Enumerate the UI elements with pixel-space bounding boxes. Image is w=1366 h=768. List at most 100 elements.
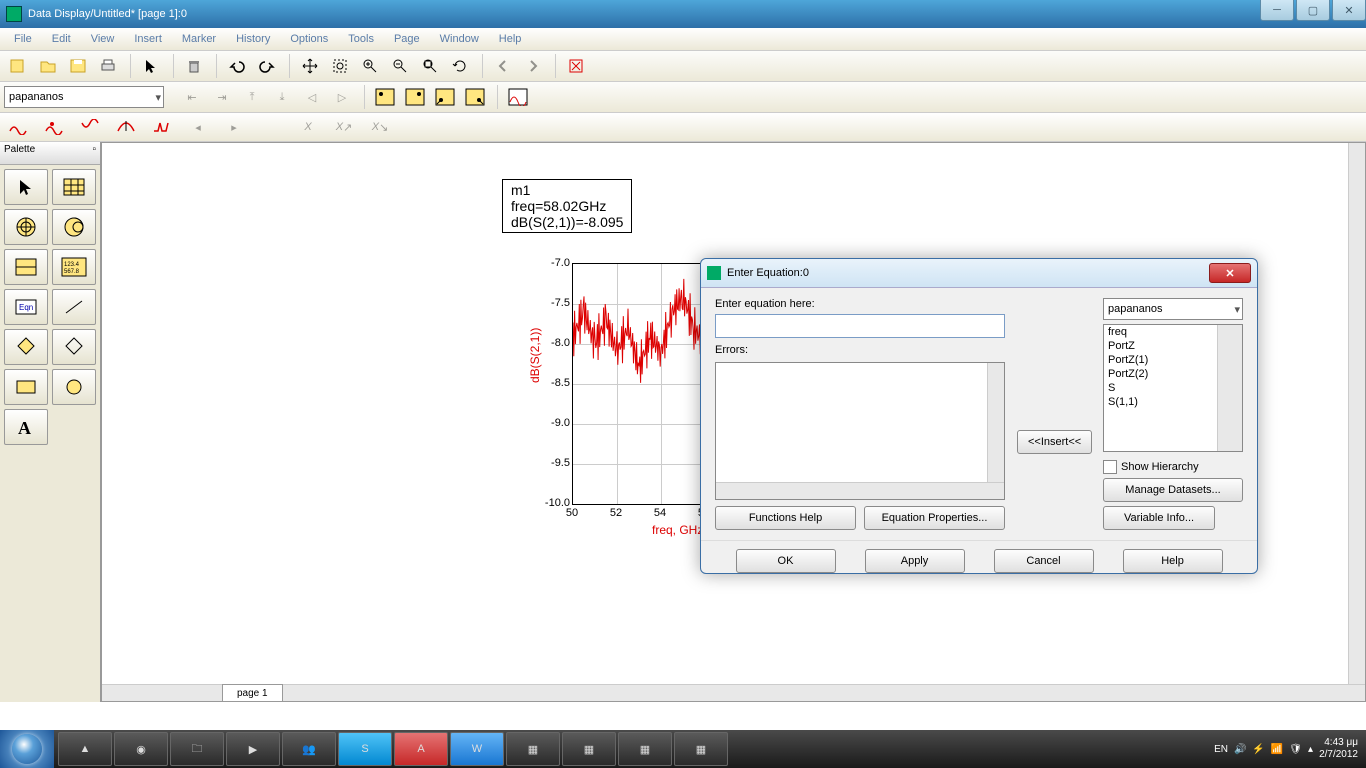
marker4-icon[interactable] (112, 114, 140, 140)
ok-button[interactable]: OK (736, 549, 836, 573)
insert-button[interactable]: <<Insert<< (1017, 430, 1092, 454)
functions-help-button[interactable]: Functions Help (715, 506, 856, 530)
palette-undock-icon[interactable]: ▫ (92, 144, 96, 162)
canvas-scrollbar-v[interactable] (1348, 143, 1365, 701)
task-vlc-icon[interactable]: ▲ (58, 732, 112, 766)
marker7-icon[interactable]: ▸ (220, 114, 248, 140)
marker-readout[interactable]: m1 freq=58.02GHz dB(S(2,1))=-8.095 (502, 179, 632, 233)
apply-button[interactable]: Apply (865, 549, 965, 573)
menu-window[interactable]: Window (430, 31, 489, 47)
palette-list[interactable]: 123.4567.8 (52, 249, 96, 285)
marker1-icon[interactable] (4, 114, 32, 140)
palette-poly2[interactable] (52, 329, 96, 365)
new-icon[interactable] (4, 53, 32, 79)
xmark1-icon[interactable]: X (294, 114, 322, 140)
maximize-button[interactable]: ▢ (1296, 0, 1330, 21)
manage-datasets-button[interactable]: Manage Datasets... (1103, 478, 1243, 502)
variable-info-button[interactable]: Variable Info... (1103, 506, 1215, 530)
canvas-scrollbar-h[interactable] (102, 684, 1365, 701)
start-button[interactable] (0, 730, 54, 768)
zoom-out-icon[interactable] (386, 53, 414, 79)
open-icon[interactable] (34, 53, 62, 79)
variables-listbox[interactable]: freq PortZ PortZ(1) PortZ(2) S S(1,1) (1103, 324, 1243, 452)
scrollbar-icon[interactable] (987, 363, 1004, 499)
close-button[interactable]: ✕ (1332, 0, 1366, 21)
dialog-dataset-dropdown[interactable]: papananos (1103, 298, 1243, 320)
task-word-icon[interactable]: W (450, 732, 504, 766)
palette-eqn[interactable]: Eqn (4, 289, 48, 325)
delete-icon[interactable] (180, 53, 208, 79)
task-media-icon[interactable]: ▶ (226, 732, 280, 766)
dialog-titlebar[interactable]: Enter Equation:0 ✕ (701, 259, 1257, 288)
errors-textarea[interactable] (715, 362, 1005, 500)
task-chrome-icon[interactable]: ◉ (114, 732, 168, 766)
tray-icon[interactable]: 🔊 (1234, 744, 1246, 755)
nav3-icon[interactable]: ⤒ (238, 84, 266, 110)
palette-text[interactable]: A (4, 409, 48, 445)
menu-options[interactable]: Options (280, 31, 338, 47)
tray-icon[interactable]: 🛡 (1289, 744, 1302, 755)
help-button[interactable]: Help (1123, 549, 1223, 573)
grid2-icon[interactable] (401, 84, 429, 110)
tray-clock[interactable]: 4:43 μμ 2/7/2012 (1319, 737, 1358, 761)
tray-lang[interactable]: EN (1214, 744, 1228, 755)
nav1-icon[interactable]: ⇤ (178, 84, 206, 110)
cancel-button[interactable]: Cancel (994, 549, 1094, 573)
palette-pointer[interactable] (4, 169, 48, 205)
xmark2-icon[interactable]: X↗ (330, 114, 358, 140)
menu-history[interactable]: History (226, 31, 280, 47)
palette-poly1[interactable] (4, 329, 48, 365)
task-app4-icon[interactable]: ▦ (674, 732, 728, 766)
nav5-icon[interactable]: ◁ (298, 84, 326, 110)
palette-rect-plot[interactable] (52, 169, 96, 205)
xmark3-icon[interactable]: X↘ (366, 114, 394, 140)
menu-edit[interactable]: Edit (42, 31, 81, 47)
close-display-icon[interactable] (562, 53, 590, 79)
marker5-icon[interactable] (148, 114, 176, 140)
redo-icon[interactable] (253, 53, 281, 79)
task-skype-icon[interactable]: S (338, 732, 392, 766)
wave-icon[interactable] (504, 84, 532, 110)
pointer-icon[interactable] (137, 53, 165, 79)
menu-insert[interactable]: Insert (124, 31, 172, 47)
palette-smith[interactable] (52, 209, 96, 245)
task-app2-icon[interactable]: ▦ (562, 732, 616, 766)
palette-circle[interactable] (52, 369, 96, 405)
system-tray[interactable]: EN 🔊 ⚡ 📶 🛡 ▴ 4:43 μμ 2/7/2012 (1206, 730, 1366, 768)
save-icon[interactable] (64, 53, 92, 79)
menu-page[interactable]: Page (384, 31, 430, 47)
menu-file[interactable]: File (4, 31, 42, 47)
show-hierarchy-checkbox[interactable]: Show Hierarchy (1103, 460, 1243, 474)
nav6-icon[interactable]: ▷ (328, 84, 356, 110)
print-icon[interactable] (94, 53, 122, 79)
palette-line[interactable] (52, 289, 96, 325)
grid1-icon[interactable] (371, 84, 399, 110)
nav4-icon[interactable]: ⤓ (268, 84, 296, 110)
grid4-icon[interactable] (461, 84, 489, 110)
palette-stack[interactable] (4, 249, 48, 285)
marker6-icon[interactable]: ◂ (184, 114, 212, 140)
task-app1-icon[interactable]: ▦ (506, 732, 560, 766)
equation-properties-button[interactable]: Equation Properties... (864, 506, 1005, 530)
next-page-icon[interactable] (519, 53, 547, 79)
palette-rect[interactable] (4, 369, 48, 405)
marker2-icon[interactable] (40, 114, 68, 140)
task-explorer-icon[interactable]: 🗀 (170, 732, 224, 766)
scrollbar-icon[interactable] (716, 482, 1004, 499)
menu-view[interactable]: View (81, 31, 125, 47)
zoom-rect-icon[interactable] (326, 53, 354, 79)
prev-page-icon[interactable] (489, 53, 517, 79)
nav2-icon[interactable]: ⇥ (208, 84, 236, 110)
dataset-dropdown[interactable]: papananos (4, 86, 164, 108)
zoom-fit-icon[interactable] (416, 53, 444, 79)
menu-help[interactable]: Help (489, 31, 532, 47)
refresh-icon[interactable] (446, 53, 474, 79)
dialog-close-button[interactable]: ✕ (1209, 263, 1251, 283)
page-tab[interactable]: page 1 (222, 684, 283, 701)
tray-icon[interactable]: ⚡ (1252, 744, 1264, 755)
marker3-icon[interactable] (76, 114, 104, 140)
menu-tools[interactable]: Tools (338, 31, 384, 47)
minimize-button[interactable]: ─ (1260, 0, 1294, 21)
pan-icon[interactable] (296, 53, 324, 79)
palette-polar[interactable] (4, 209, 48, 245)
